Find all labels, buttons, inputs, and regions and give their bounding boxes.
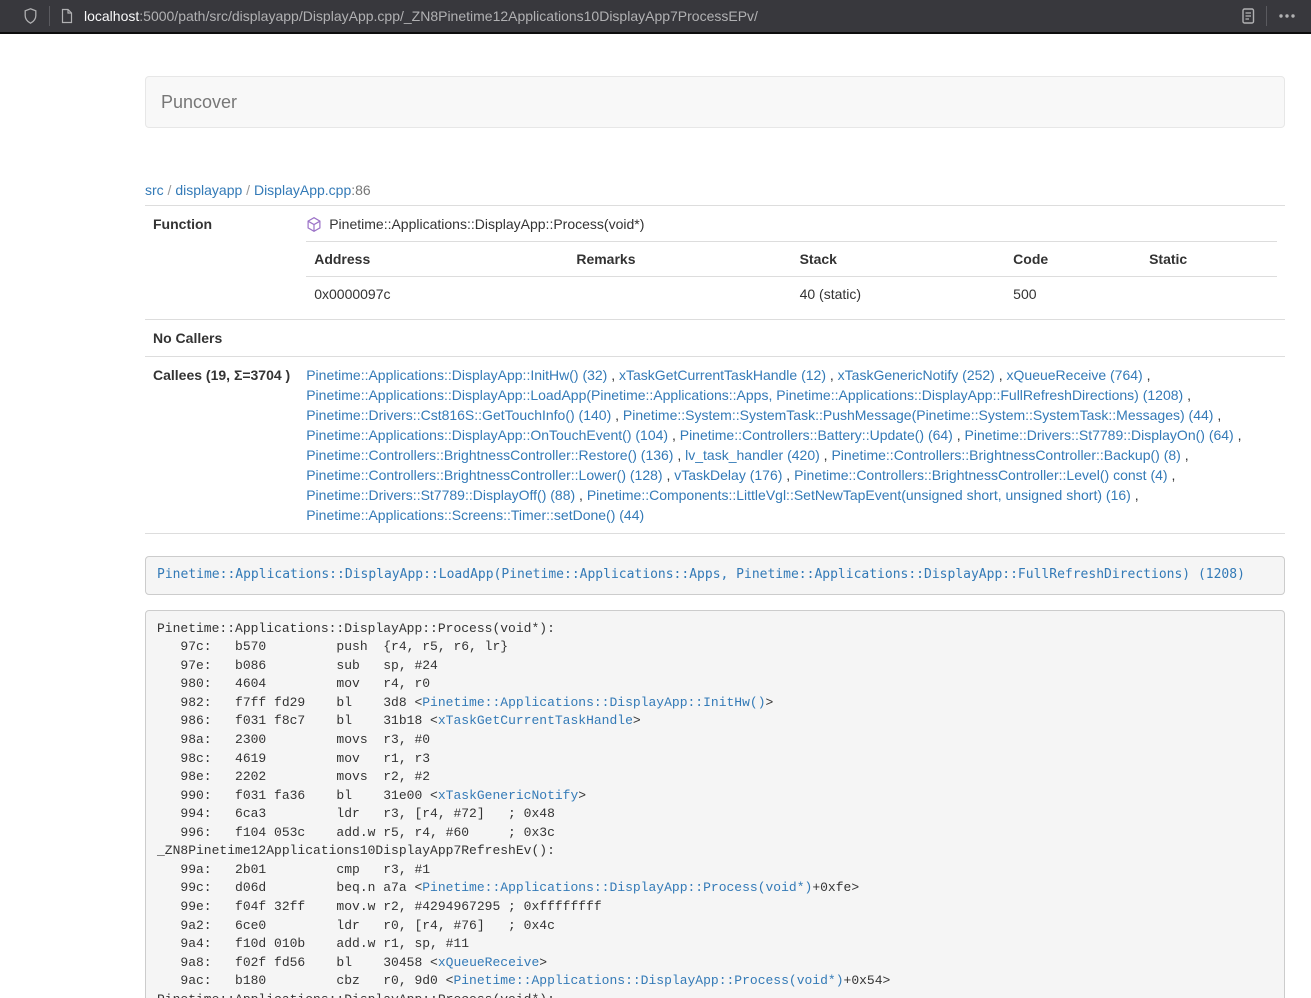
stats-header: Address: [306, 242, 568, 277]
stats-header: Remarks: [568, 242, 791, 277]
browser-toolbar: localhost:5000/path/src/displayapp/Displ…: [0, 0, 1311, 34]
breadcrumb-link-displayapp[interactable]: displayapp: [175, 182, 242, 198]
callee-separator: ,: [1181, 447, 1189, 463]
disassembly-symbol-link[interactable]: xTaskGetCurrentTaskHandle: [438, 713, 633, 728]
callee-link[interactable]: lv_task_handler (420): [685, 447, 820, 463]
stats-value-row: 0x0000097c 40 (static)500: [306, 277, 1277, 312]
callee-link[interactable]: xTaskGetCurrentTaskHandle (12): [619, 367, 826, 383]
snippet-block: Pinetime::Applications::DisplayApp::Load…: [145, 556, 1285, 595]
package-icon: [306, 216, 322, 233]
reader-mode-icon[interactable]: [1240, 7, 1256, 25]
function-stats-table: AddressRemarksStackCodeStatic 0x0000097c…: [306, 241, 1277, 311]
stats-header-row: AddressRemarksStackCodeStatic: [306, 242, 1277, 277]
brand-link[interactable]: Puncover: [146, 77, 252, 127]
callee-separator: ,: [1213, 407, 1221, 423]
stats-header: Static: [1141, 242, 1277, 277]
callee-link[interactable]: Pinetime::Controllers::BrightnessControl…: [306, 447, 673, 463]
disassembly-symbol-link[interactable]: Pinetime::Applications::DisplayApp::Proc…: [422, 880, 812, 895]
callee-link[interactable]: Pinetime::Controllers::BrightnessControl…: [831, 447, 1180, 463]
page-container: Puncover src / displayapp / DisplayApp.c…: [145, 76, 1285, 998]
callee-link[interactable]: Pinetime::Applications::Screens::Timer::…: [306, 507, 644, 523]
breadcrumb-separator: /: [164, 182, 176, 198]
callee-link[interactable]: xTaskGenericNotify (252): [838, 367, 995, 383]
snippet-symbol-link[interactable]: Pinetime::Applications::DisplayApp::Load…: [157, 567, 1245, 582]
callers-list: [298, 320, 1285, 357]
stats-value: 40 (static): [792, 277, 1006, 312]
callee-link[interactable]: Pinetime::Drivers::St7789::DisplayOn() (…: [965, 427, 1234, 443]
callers-row: No Callers: [145, 320, 1285, 357]
url-path: :5000/path/src/displayapp/DisplayApp.cpp…: [139, 8, 758, 24]
stats-value: [568, 277, 791, 312]
disassembly-symbol-link[interactable]: xQueueReceive: [438, 955, 539, 970]
symbol-table: Function Pinetime::Applications::Display…: [145, 205, 1285, 534]
callee-separator: ,: [782, 467, 794, 483]
function-row-label: Function: [145, 206, 298, 320]
callee-link[interactable]: Pinetime::Controllers::Battery::Update()…: [680, 427, 953, 443]
callee-separator: ,: [668, 427, 680, 443]
disassembly-block: Pinetime::Applications::DisplayApp::Proc…: [145, 610, 1285, 998]
callee-separator: ,: [1168, 467, 1176, 483]
callee-link[interactable]: Pinetime::Applications::DisplayApp::OnTo…: [306, 427, 668, 443]
disassembly-symbol-link[interactable]: Pinetime::Applications::DisplayApp::Proc…: [453, 973, 843, 988]
callee-link[interactable]: Pinetime::Applications::DisplayApp::Load…: [306, 387, 1183, 403]
menu-dots-icon[interactable]: [1277, 7, 1297, 25]
function-name-line: Pinetime::Applications::DisplayApp::Proc…: [306, 214, 1277, 234]
breadcrumb-link-src[interactable]: src: [145, 182, 164, 198]
navbar: Puncover: [145, 76, 1285, 128]
callee-separator: ,: [995, 367, 1007, 383]
page-icon[interactable]: [60, 8, 74, 24]
callee-link[interactable]: xQueueReceive (764): [1007, 367, 1143, 383]
callee-separator: ,: [820, 447, 832, 463]
callee-link[interactable]: Pinetime::System::SystemTask::PushMessag…: [623, 407, 1214, 423]
callee-separator: ,: [575, 487, 587, 503]
callee-link[interactable]: Pinetime::Applications::DisplayApp::Init…: [306, 367, 607, 383]
disassembly-symbol-link[interactable]: xTaskGenericNotify: [438, 788, 578, 803]
stats-header: Code: [1005, 242, 1141, 277]
callee-separator: ,: [607, 367, 619, 383]
callees-label: Callees (19, Σ=3704 ): [145, 357, 298, 534]
callee-link[interactable]: Pinetime::Controllers::BrightnessControl…: [306, 467, 662, 483]
breadcrumb-separator: /: [242, 182, 254, 198]
callees-row: Callees (19, Σ=3704 ) Pinetime::Applicat…: [145, 357, 1285, 534]
callee-link[interactable]: Pinetime::Controllers::BrightnessControl…: [794, 467, 1167, 483]
stats-value: 0x0000097c: [306, 277, 568, 312]
breadcrumb-line-number: :86: [351, 182, 370, 198]
callee-separator: ,: [611, 407, 623, 423]
callee-link[interactable]: Pinetime::Components::LittleVgl::SetNewT…: [587, 487, 1131, 503]
url-host: localhost: [84, 8, 139, 24]
callee-separator: ,: [1183, 387, 1191, 403]
callee-separator: ,: [673, 447, 685, 463]
function-name: Pinetime::Applications::DisplayApp::Proc…: [329, 214, 644, 234]
callee-separator: ,: [1234, 427, 1242, 443]
toolbar-separator: [49, 6, 50, 26]
callee-separator: ,: [826, 367, 838, 383]
callee-separator: ,: [1131, 487, 1139, 503]
callee-separator: ,: [663, 467, 675, 483]
stats-value: 500: [1005, 277, 1141, 312]
url-bar[interactable]: localhost:5000/path/src/displayapp/Displ…: [84, 8, 1240, 24]
stats-value: [1141, 277, 1277, 312]
callee-link[interactable]: Pinetime::Drivers::Cst816S::GetTouchInfo…: [306, 407, 611, 423]
toolbar-separator: [1266, 6, 1267, 26]
callee-separator: ,: [1143, 367, 1151, 383]
breadcrumb: src / displayapp / DisplayApp.cpp:86: [145, 180, 1285, 200]
callee-link[interactable]: Pinetime::Drivers::St7789::DisplayOff() …: [306, 487, 575, 503]
breadcrumb-link-file[interactable]: DisplayApp.cpp: [254, 182, 351, 198]
function-row: Function Pinetime::Applications::Display…: [145, 206, 1285, 320]
disassembly-code: Pinetime::Applications::DisplayApp::Proc…: [157, 621, 890, 998]
disassembly-symbol-link[interactable]: Pinetime::Applications::DisplayApp::Init…: [422, 695, 765, 710]
shield-icon[interactable]: [22, 7, 39, 25]
callee-link[interactable]: vTaskDelay (176): [674, 467, 782, 483]
callers-label: No Callers: [145, 320, 298, 357]
callee-separator: ,: [953, 427, 965, 443]
stats-header: Stack: [792, 242, 1006, 277]
callees-list: Pinetime::Applications::DisplayApp::Init…: [298, 357, 1285, 534]
